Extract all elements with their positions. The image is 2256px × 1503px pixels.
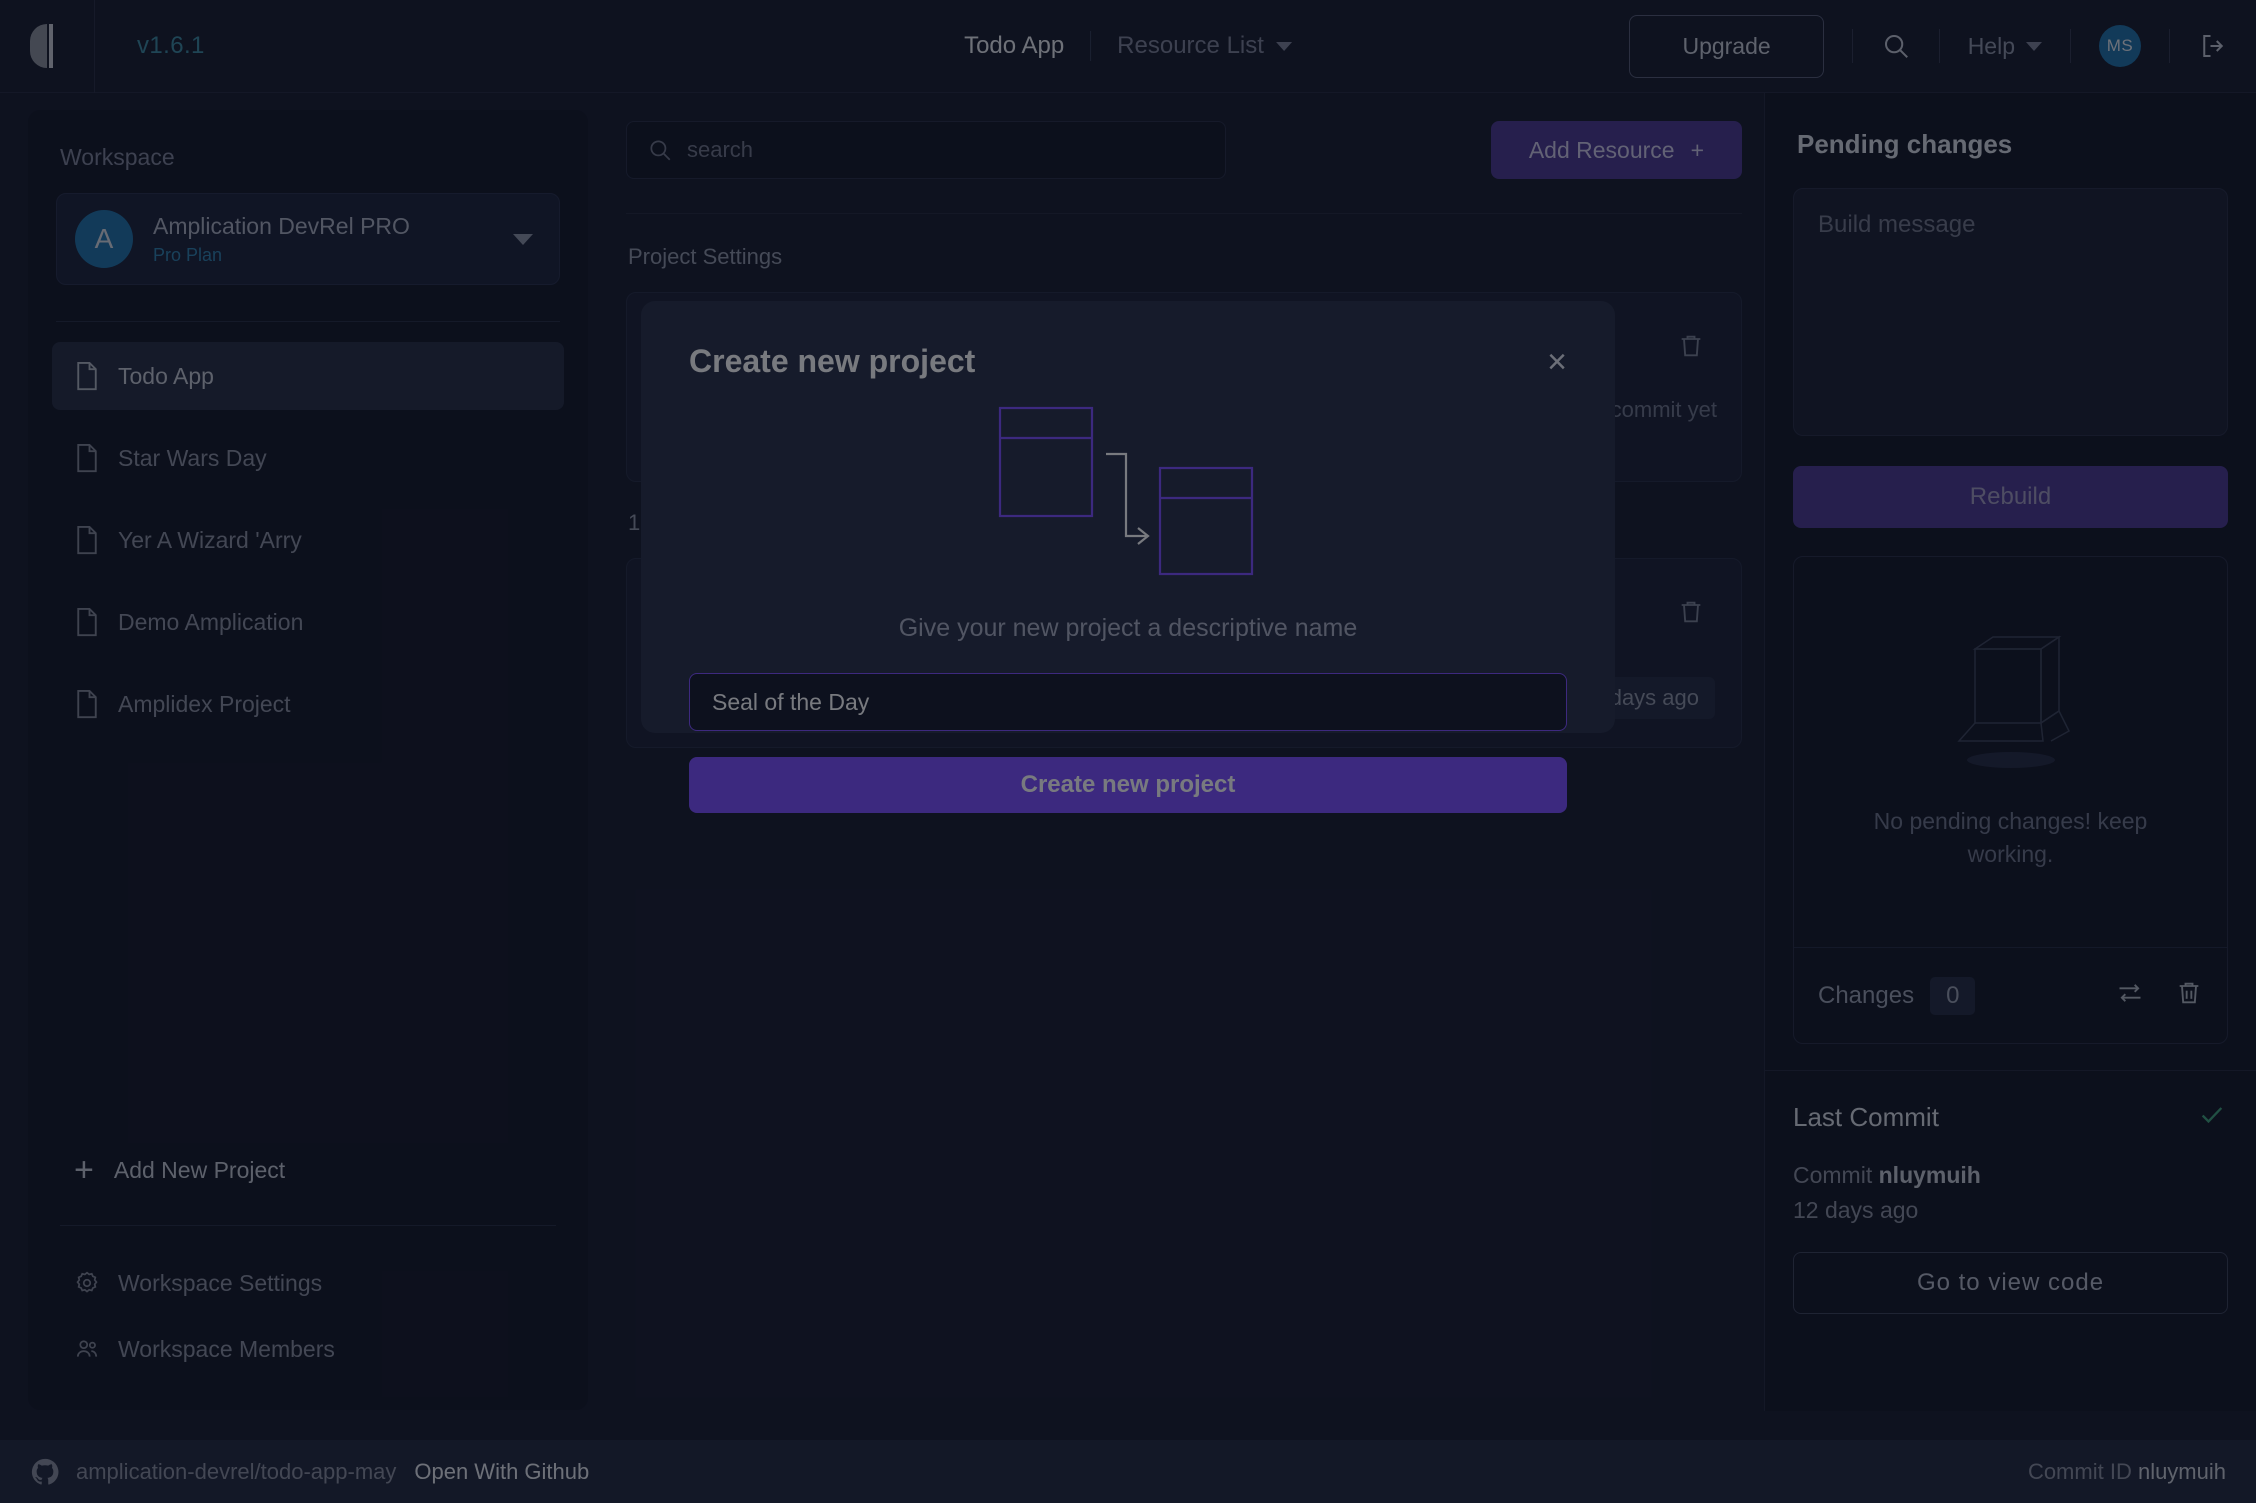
- modal-overlay[interactable]: [0, 0, 2256, 1503]
